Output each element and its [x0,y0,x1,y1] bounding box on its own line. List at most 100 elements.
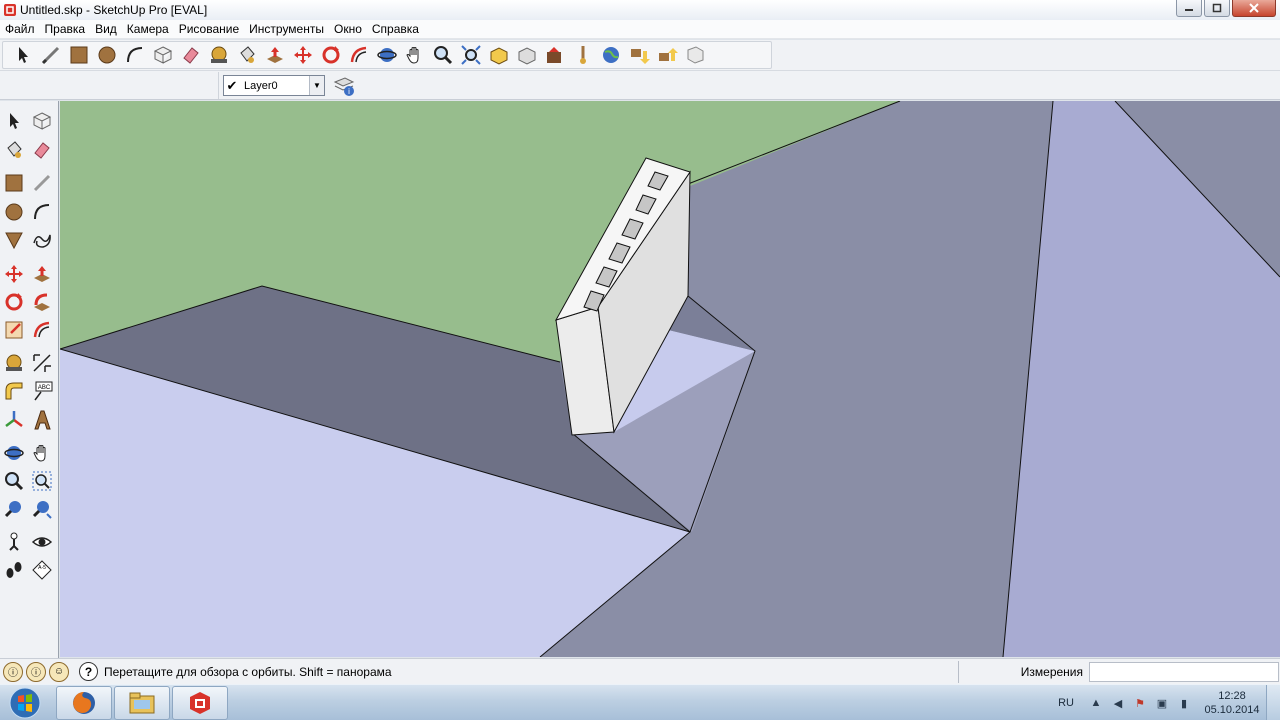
text-tool-button[interactable]: ABC [29,378,55,404]
move-tool-button[interactable] [289,41,317,69]
volume-icon[interactable]: ◀ [1110,695,1126,711]
add-location-button[interactable] [569,41,597,69]
zoom-tool-button[interactable] [429,41,457,69]
get-models-button[interactable] [625,41,653,69]
push-pull-button[interactable] [29,261,55,287]
menu-view[interactable]: Вид [90,20,122,39]
line-tool-button[interactable] [29,170,55,196]
select-tool-button[interactable] [9,41,37,69]
action-center-icon[interactable]: ⚑ [1132,695,1148,711]
paint-bucket-icon [240,46,255,63]
menu-tools[interactable]: Инструменты [244,20,329,39]
previous-view-button[interactable] [1,496,27,522]
clock[interactable]: 12:28 05.10.2014 [1198,689,1266,717]
line-tool-button[interactable] [37,41,65,69]
arc-tool-button[interactable] [29,199,55,225]
network-icon[interactable]: ▣ [1154,695,1170,711]
show-hidden-icons-icon[interactable]: ▲ [1088,695,1104,711]
offset-tool-button[interactable] [29,317,55,343]
zoom-extents-button[interactable] [457,41,485,69]
start-button[interactable] [4,686,46,720]
make-component-button[interactable] [149,41,177,69]
taskbar-sketchup[interactable] [172,686,228,720]
circle-icon [98,46,116,64]
measurements-input[interactable] [1089,662,1279,682]
freehand-icon [33,234,51,248]
look-around-button[interactable] [29,529,55,555]
follow-me-tool-button[interactable] [29,289,55,315]
taskbar-explorer[interactable] [114,686,170,720]
scale-tool-button[interactable] [1,317,27,343]
signal-icon[interactable]: ▮ [1176,695,1192,711]
rotate-tool-button[interactable] [317,41,345,69]
measurements-box: Измерения [958,661,1279,683]
rectangle-tool-button[interactable] [65,41,93,69]
circle-tool-button[interactable] [1,199,27,225]
help-icon[interactable]: ? [79,662,98,681]
user-sign-in-icon[interactable]: ☺ [49,661,69,682]
paint-bucket-button[interactable] [1,137,27,163]
polygon-icon [5,232,23,250]
pan-tool-button[interactable] [401,41,429,69]
section-plane-button[interactable]: A-5 [29,557,55,583]
zoom-extents-button[interactable] [29,496,55,522]
orbit-tool-button[interactable] [373,41,401,69]
close-button[interactable] [1232,0,1276,17]
arc-tool-button[interactable] [121,41,149,69]
taskbar-firefox[interactable] [56,686,112,720]
3d-warehouse-button[interactable] [485,41,513,69]
walk-tool-button[interactable] [1,557,27,583]
maximize-button[interactable] [1204,0,1230,17]
polygon-tool-button[interactable] [1,227,27,253]
tape-measure-button[interactable] [205,41,233,69]
tape-measure-icon [6,354,22,371]
window-title: Untitled.skp - SketchUp Pro [EVAL] [20,3,208,17]
offset-tool-button[interactable] [345,41,373,69]
paint-bucket-button[interactable] [233,41,261,69]
orbit-icon [377,48,397,62]
make-component-button[interactable] [29,108,55,134]
move-tool-button[interactable] [1,261,27,287]
layer-manager-button[interactable]: i [331,73,359,99]
axes-tool-button[interactable] [1,407,27,433]
freehand-tool-button[interactable] [29,227,55,253]
menu-help[interactable]: Справка [367,20,424,39]
zoom-window-button[interactable] [29,468,55,494]
chevron-down-icon[interactable]: ▼ [309,76,324,95]
rectangle-icon [70,46,88,64]
menu-draw[interactable]: Рисование [174,20,244,39]
menu-edit[interactable]: Правка [40,20,91,39]
select-tool-button[interactable] [1,108,27,134]
dimension-tool-button[interactable] [29,350,55,376]
menu-window[interactable]: Окно [329,20,367,39]
send-to-layout-button[interactable] [681,41,709,69]
extension-warehouse-button[interactable] [541,41,569,69]
share-model-button[interactable] [513,41,541,69]
rectangle-tool-button[interactable] [1,170,27,196]
show-desktop-button[interactable] [1266,685,1280,720]
push-pull-button[interactable] [261,41,289,69]
geo-location-icon[interactable]: ⓘ [3,661,23,682]
rotate-tool-button[interactable] [1,289,27,315]
orbit-tool-button[interactable] [1,440,27,466]
protractor-tool-button[interactable] [1,378,27,404]
pan-tool-button[interactable] [29,440,55,466]
3d-text-tool-button[interactable] [29,407,55,433]
eraser-tool-button[interactable] [177,41,205,69]
zoom-tool-button[interactable] [1,468,27,494]
menu-file[interactable]: Файл [0,20,40,39]
preview-google-earth-button[interactable] [597,41,625,69]
credits-icon[interactable]: ⓘ [26,661,46,682]
menu-camera[interactable]: Камера [122,20,174,39]
language-indicator[interactable]: RU [1058,697,1074,709]
circle-tool-button[interactable] [93,41,121,69]
zoom-extents-icon [32,501,52,519]
previous-view-icon [4,501,21,518]
share-component-button[interactable] [653,41,681,69]
minimize-button[interactable] [1176,0,1202,17]
tape-measure-button[interactable] [1,350,27,376]
layer-dropdown[interactable]: ✔ Layer0 ▼ [223,75,325,96]
position-camera-button[interactable] [1,529,27,555]
eraser-tool-button[interactable] [29,137,55,163]
model-viewport[interactable] [60,101,1280,657]
